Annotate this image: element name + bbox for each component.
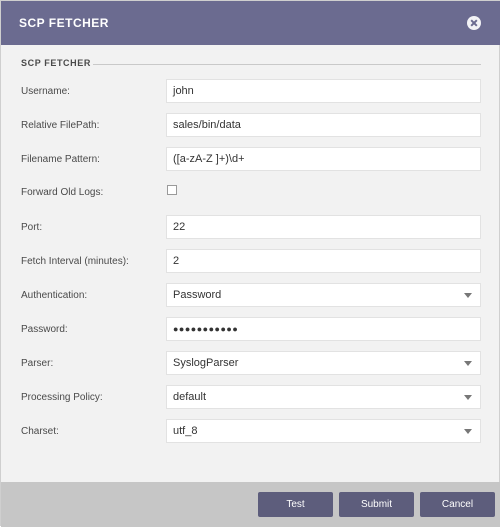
cancel-button[interactable]: Cancel xyxy=(420,492,495,517)
forward-old-logs-label: Forward Old Logs: xyxy=(21,187,104,198)
chevron-down-icon xyxy=(464,395,472,400)
password-label: Password: xyxy=(21,324,68,335)
authentication-value: Password xyxy=(173,289,222,301)
chevron-down-icon xyxy=(464,429,472,434)
username-label: Username: xyxy=(21,86,70,97)
port-label: Port: xyxy=(21,222,43,233)
processing-policy-label: Processing Policy: xyxy=(21,392,103,403)
section-title: SCP FETCHER xyxy=(21,58,91,68)
parser-label: Parser: xyxy=(21,358,54,369)
processing-policy-value: default xyxy=(173,391,207,403)
charset-select[interactable]: utf_8 xyxy=(166,419,481,443)
filename-pattern-label: Filename Pattern: xyxy=(21,154,100,165)
section-divider xyxy=(93,64,481,65)
relative-filepath-field[interactable]: sales/bin/data xyxy=(166,113,481,137)
scp-fetcher-dialog: SCP FETCHER SCP FETCHER Username: john R… xyxy=(0,0,500,527)
port-field[interactable]: 22 xyxy=(166,215,481,239)
parser-value: SyslogParser xyxy=(173,357,239,369)
relative-filepath-label: Relative FilePath: xyxy=(21,120,100,131)
chevron-down-icon xyxy=(464,293,472,298)
authentication-select[interactable]: Password xyxy=(166,283,481,307)
dialog-title: SCP FETCHER xyxy=(19,16,109,30)
processing-policy-select[interactable]: default xyxy=(166,385,481,409)
authentication-label: Authentication: xyxy=(21,290,88,301)
password-field[interactable]: ●●●●●●●●●●● xyxy=(166,317,481,341)
forward-old-logs-checkbox[interactable] xyxy=(167,185,177,195)
filename-pattern-field[interactable]: ([a-zA-Z ]+)\d+ xyxy=(166,147,481,171)
charset-label: Charset: xyxy=(21,426,59,437)
parser-select[interactable]: SyslogParser xyxy=(166,351,481,375)
fetch-interval-field[interactable]: 2 xyxy=(166,249,481,273)
username-field[interactable]: john xyxy=(166,79,481,103)
close-icon[interactable] xyxy=(467,16,481,30)
submit-button[interactable]: Submit xyxy=(339,492,414,517)
charset-value: utf_8 xyxy=(173,425,198,437)
test-button[interactable]: Test xyxy=(258,492,333,517)
fetch-interval-label: Fetch Interval (minutes): xyxy=(21,256,129,267)
chevron-down-icon xyxy=(464,361,472,366)
dialog-header: SCP FETCHER xyxy=(1,1,500,45)
